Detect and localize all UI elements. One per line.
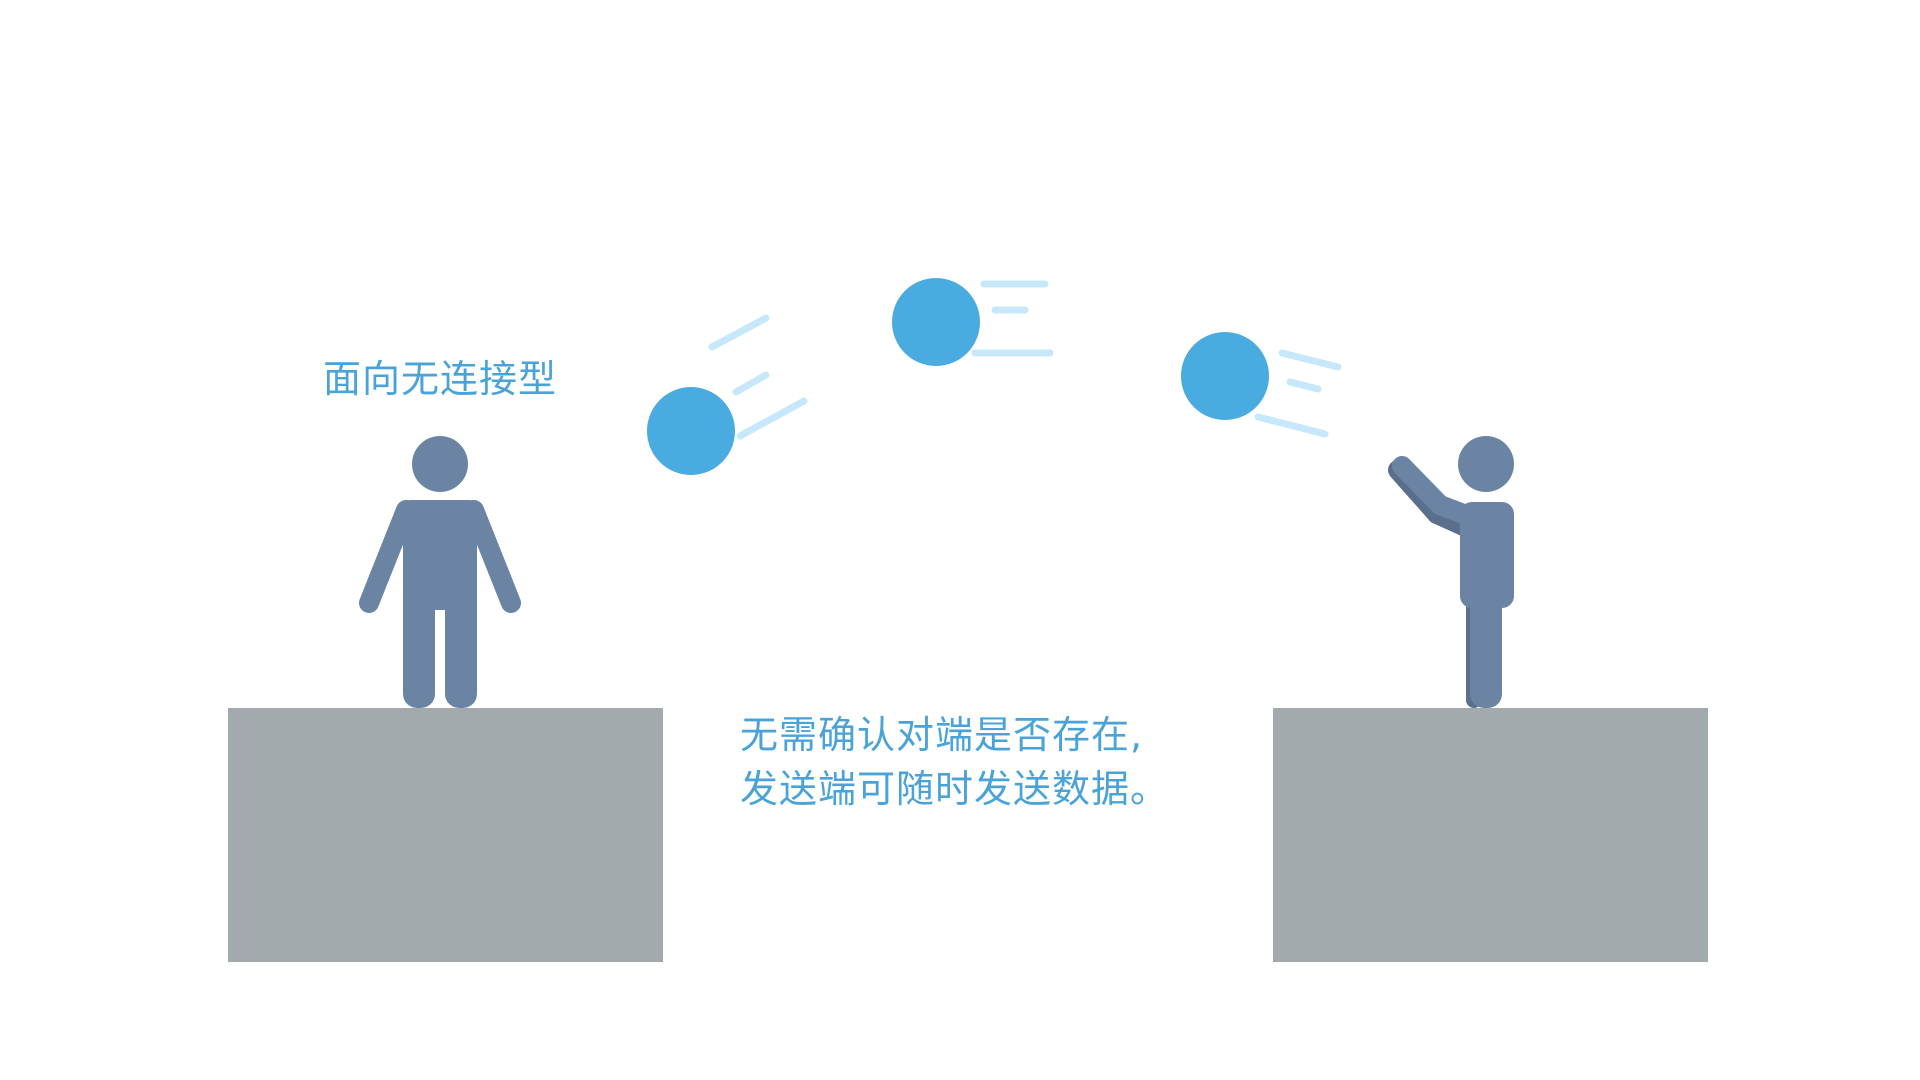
flying-ball-icon xyxy=(892,278,1054,366)
left-platform xyxy=(228,708,663,962)
diagram-title: 面向无连接型 xyxy=(322,357,557,401)
caption-line-2: 发送端可随时发送数据。 xyxy=(740,767,1170,811)
flying-ball-icon xyxy=(647,314,808,475)
throwing-person-icon xyxy=(1388,436,1514,708)
right-platform xyxy=(1273,708,1708,962)
udp-diagram xyxy=(228,278,1708,962)
flying-ball-icon xyxy=(1181,332,1342,438)
diagram-caption: 无需确认对端是否存在, 发送端可随时发送数据。 xyxy=(740,708,1260,816)
caption-line-1: 无需确认对端是否存在, xyxy=(740,713,1144,757)
standing-person-icon xyxy=(359,436,521,708)
